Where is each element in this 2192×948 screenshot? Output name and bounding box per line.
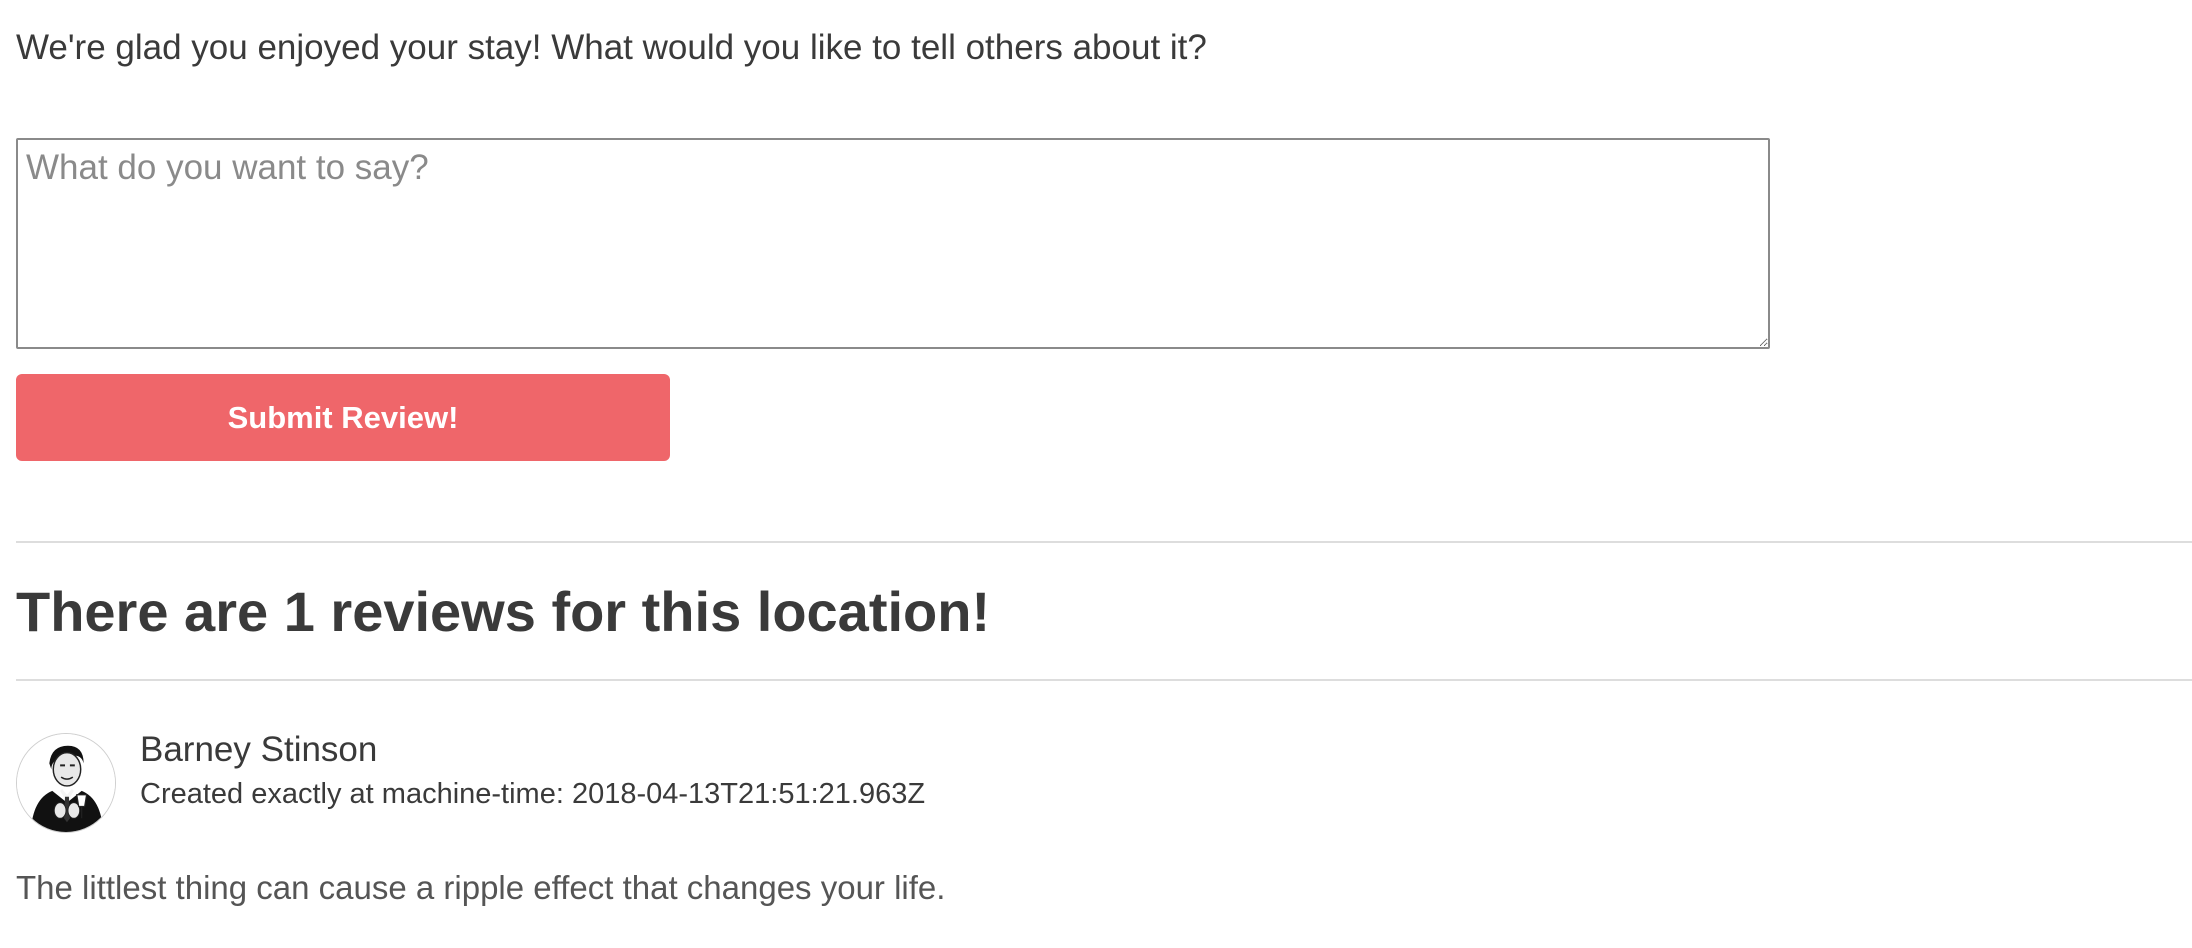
review-textarea[interactable] <box>16 138 1770 349</box>
reviewer-name: Barney Stinson <box>140 730 378 769</box>
user-avatar <box>16 733 116 833</box>
review-prompt: We're glad you enjoyed your stay! What w… <box>16 28 1207 67</box>
submit-review-button[interactable]: Submit Review! <box>16 374 670 461</box>
user-avatar-icon <box>17 734 115 832</box>
divider <box>16 541 2192 543</box>
review-body: The littlest thing can cause a ripple ef… <box>16 869 946 906</box>
review-timestamp: Created exactly at machine-time: 2018-04… <box>140 778 926 810</box>
reviews-count-heading: There are 1 reviews for this location! <box>16 580 991 643</box>
divider <box>16 679 2192 681</box>
